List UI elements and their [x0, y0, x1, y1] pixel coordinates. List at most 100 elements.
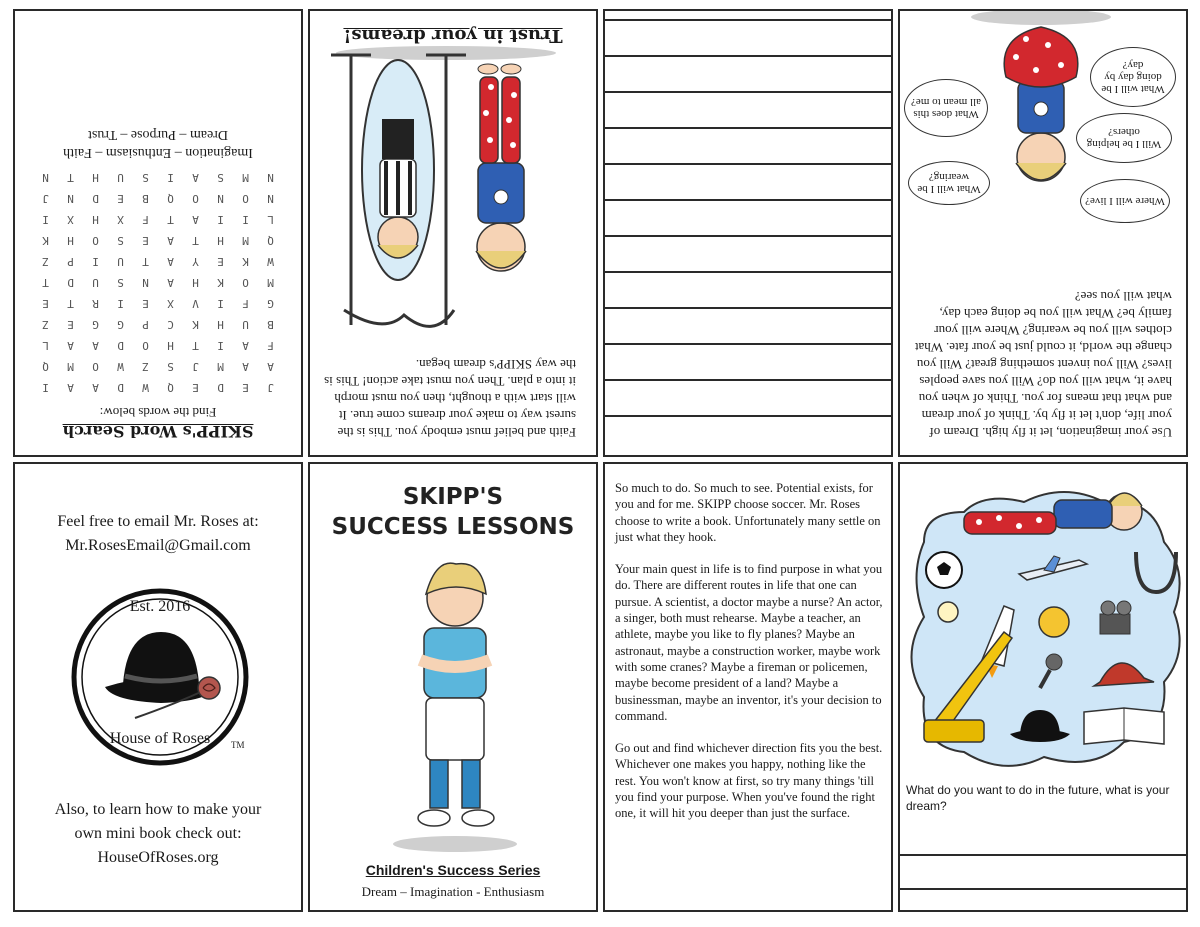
word-search-letter: T — [67, 297, 74, 310]
thought-bubble: Where will I live? — [1080, 179, 1170, 223]
word-search-letter: A — [67, 339, 74, 352]
word-search-letter: L — [42, 339, 49, 352]
email-address[interactable]: Mr.RosesEmail@Gmail.com — [15, 534, 301, 558]
skipp-soccer-illustration — [393, 562, 517, 852]
word-search-letter: A — [267, 360, 274, 373]
story-paragraph: Go out and find whichever direction fits… — [615, 741, 883, 821]
word-search-letter: E — [142, 297, 149, 310]
word-search-letter: U — [117, 255, 124, 268]
word-search-letter: N — [142, 276, 149, 289]
back-cover: Feel free to email Mr. Roses at: Mr.Rose… — [13, 462, 303, 912]
word-search-letter: Z — [142, 360, 149, 373]
book-title: SKIPP'S SUCCESS LESSONS — [310, 482, 596, 542]
story-page: So much to do. So much to see. Potential… — [603, 462, 893, 912]
thought-bubble: What will I be doing day by day? — [1090, 47, 1176, 107]
word-search-letter: J — [42, 192, 49, 205]
word-search-letter: D — [117, 339, 124, 352]
word-search-letter: D — [92, 192, 99, 205]
word-search-letter: K — [42, 234, 49, 247]
word-list-line: Dream – Purpose – Trust — [88, 127, 229, 142]
word-search-letter: Q — [267, 234, 274, 247]
word-search-letter: I — [117, 297, 124, 310]
writing-line — [605, 307, 891, 309]
learn-more-block: Also, to learn how to make your own mini… — [15, 798, 301, 870]
book-title-line: SUCCESS LESSONS — [331, 514, 575, 540]
word-search-letter: J — [267, 381, 274, 394]
word-search-letter: A — [242, 360, 249, 373]
trademark: TM — [231, 740, 245, 750]
word-search-letter: T — [192, 234, 199, 247]
dream-page: What do you want to do in the future, wh… — [898, 462, 1188, 912]
word-search-letter: I — [242, 213, 249, 226]
word-search-letter: I — [167, 171, 174, 184]
word-search-letter: E — [242, 381, 249, 394]
word-search-grid: JEDEQWDAAIAAMJSZWOMQFAITHODAALBUHKCPGGEZ… — [33, 171, 283, 394]
mirror-page-text: Faith and belief must embody you. This i… — [324, 357, 576, 440]
word-search-letter: H — [67, 234, 74, 247]
word-search-letter: B — [267, 318, 274, 331]
word-search-letter: M — [67, 360, 74, 373]
word-search-letter: T — [192, 339, 199, 352]
imagination-page-text: Use your imagination, let it fly high. D… — [914, 289, 1172, 440]
word-search-letter: L — [267, 213, 274, 226]
word-search-letter: O — [92, 360, 99, 373]
word-list: Imagination – Enthusiasm – Faith Dream –… — [15, 125, 301, 161]
series-tagline: Dream – Imagination - Enthusiasm — [361, 884, 545, 899]
word-search-letter: I — [217, 339, 224, 352]
story-text: So much to do. So much to see. Potential… — [615, 480, 883, 838]
word-search-letter: O — [242, 276, 249, 289]
word-search-letter: N — [267, 171, 274, 184]
front-cover: SKIPP'S SUCCESS LESSONS Children's Succe… — [308, 462, 598, 912]
imagination-page: Use your imagination, let it fly high. D… — [898, 9, 1188, 457]
word-search-letter: E — [42, 297, 49, 310]
word-search-letter: Y — [192, 255, 199, 268]
writing-line — [605, 235, 891, 237]
word-search-letter: Q — [167, 192, 174, 205]
story-paragraph: Your main quest in life is to find purpo… — [615, 562, 883, 723]
answer-line — [900, 888, 1186, 890]
word-search-letter: Q — [167, 381, 174, 394]
word-search-letter: I — [217, 213, 224, 226]
book-title-line: SKIPP'S — [402, 484, 504, 510]
word-search-page: SKIPP's Word Search Find the words below… — [13, 9, 303, 457]
word-search-letter: S — [167, 360, 174, 373]
writing-line — [605, 91, 891, 93]
word-search-letter: V — [192, 297, 199, 310]
word-search-letter: W — [267, 255, 274, 268]
learn-more-line: own mini book check out: — [74, 825, 242, 842]
word-search-letter: X — [167, 297, 174, 310]
dream-question: What do you want to do in the future, wh… — [906, 783, 1170, 813]
thought-bubble: Will I be helping others? — [1076, 113, 1172, 163]
word-search-letter: I — [42, 213, 49, 226]
word-search-letter: T — [167, 213, 174, 226]
word-search-title: SKIPP's Word Search — [62, 422, 254, 441]
word-search-letter: R — [92, 297, 99, 310]
word-search-letter: M — [242, 171, 249, 184]
word-search-letter: K — [192, 318, 199, 331]
website-link[interactable]: HouseOfRoses.org — [15, 846, 301, 870]
word-search-letter: E — [117, 192, 124, 205]
word-search-letter: N — [267, 192, 274, 205]
word-search-letter: H — [92, 213, 99, 226]
word-search-letter: K — [242, 255, 249, 268]
word-search-letter: S — [117, 276, 124, 289]
word-search-letter: U — [117, 171, 124, 184]
word-search-letter: A — [92, 381, 99, 394]
word-search-letter: X — [67, 213, 74, 226]
word-search-letter: O — [242, 192, 249, 205]
word-search-letter: U — [242, 318, 249, 331]
writing-line — [605, 127, 891, 129]
word-search-letter: W — [117, 360, 124, 373]
word-search-letter: O — [142, 339, 149, 352]
word-search-letter: O — [92, 234, 99, 247]
word-search-subtitle: Find the words below: — [99, 405, 217, 420]
writing-line — [605, 19, 891, 21]
word-search-letter: A — [167, 234, 174, 247]
word-search-letter: H — [217, 318, 224, 331]
writing-line — [605, 199, 891, 201]
writing-line — [605, 415, 891, 417]
story-paragraph: So much to do. So much to see. Potential… — [615, 481, 881, 544]
mirror-page-title: Trust in your dreams! — [343, 25, 563, 46]
series-name: Children's Success Series — [365, 862, 541, 878]
logo-established: Est. 2016 — [129, 598, 191, 615]
